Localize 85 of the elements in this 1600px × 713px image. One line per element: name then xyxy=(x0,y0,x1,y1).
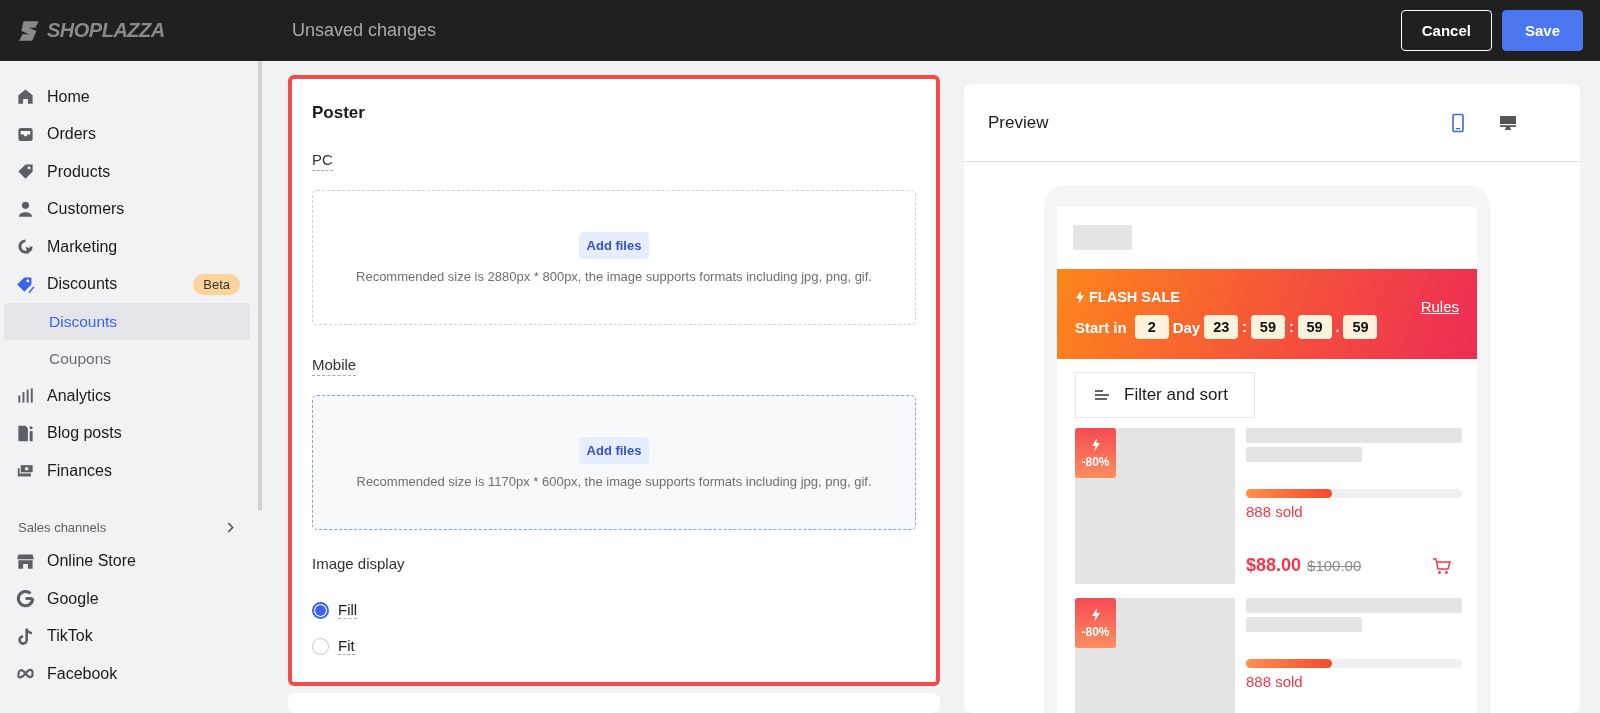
nav-item[interactable]: Online Store xyxy=(4,542,250,580)
section-title: Sales channels xyxy=(18,519,107,535)
countdown-digit: 59 xyxy=(1250,315,1285,339)
nav-item[interactable]: Marketing xyxy=(4,228,250,266)
nav-label: Google xyxy=(47,589,99,608)
nav-item[interactable]: Products xyxy=(4,153,250,191)
sold-count: 888 sold xyxy=(1246,503,1304,520)
original-price: $100.00 xyxy=(1307,557,1362,574)
logo-text: SHOPLAZZA xyxy=(47,19,165,42)
radio-button[interactable] xyxy=(312,601,329,619)
cart-icon[interactable] xyxy=(1432,555,1452,576)
nav-item[interactable]: Finances xyxy=(4,452,250,490)
nav-subitem[interactable]: Discounts xyxy=(4,303,250,340)
lightning-icon xyxy=(1090,607,1101,622)
tiktok-icon xyxy=(16,626,35,646)
lightning-icon xyxy=(1090,437,1101,452)
card-title: Preview xyxy=(988,112,1049,133)
filter-icon xyxy=(1094,389,1110,401)
beta-badge: Beta xyxy=(193,273,240,295)
google-icon xyxy=(16,589,35,609)
nav-item[interactable]: Google xyxy=(4,580,250,618)
discount-icon xyxy=(16,274,35,294)
countdown-text: Day xyxy=(1172,318,1201,336)
upload-hint: Recommended size is 2880px * 800px, the image supports formats including jpg, png, gif. xyxy=(356,268,872,284)
nav-label: Blog posts xyxy=(47,424,122,443)
countdown-text: . xyxy=(1335,319,1340,335)
nav-label: Online Store xyxy=(47,552,136,571)
nav-label: Discounts xyxy=(47,275,118,294)
rules-link[interactable]: Rules xyxy=(1420,297,1459,315)
skeleton-block xyxy=(1073,225,1132,250)
radio-label: Fill xyxy=(338,601,358,619)
nav-label: TikTok xyxy=(47,627,93,646)
upload-dropzone[interactable]: Add files Recommended size is 2880px * 800px, the image supports formats including jpg, png, gif. xyxy=(312,190,916,325)
nav-label: Analytics xyxy=(47,386,112,405)
nav-item[interactable]: Home xyxy=(4,78,250,116)
radio-label: Fit xyxy=(338,637,355,655)
cancel-button[interactable]: Cancel xyxy=(1400,10,1492,51)
nav-item[interactable]: TikTok xyxy=(4,617,250,655)
nav-item[interactable]: Orders xyxy=(4,115,250,153)
field-label: Image display xyxy=(312,555,406,572)
countdown-digit: 59 xyxy=(1297,315,1332,339)
countdown-text: : xyxy=(1288,319,1294,335)
nav-label: Products xyxy=(47,162,111,181)
countdown-digit: 2 xyxy=(1134,315,1169,339)
discount-text: -80% xyxy=(1081,624,1110,639)
save-button[interactable]: Save xyxy=(1501,10,1583,51)
nav-label: Orders xyxy=(47,125,96,144)
add-files-button[interactable]: Add files xyxy=(578,436,650,464)
blog-icon xyxy=(16,423,35,443)
upload-hint: Recommended size is 1170px * 600px, the image supports formats including jpg, png, gif. xyxy=(356,473,872,489)
field-label: Mobile xyxy=(312,356,357,376)
nav-label: Customers xyxy=(47,200,125,219)
countdown-text: : xyxy=(1242,319,1247,335)
person-icon xyxy=(16,199,35,219)
sale-price: $88.00 xyxy=(1246,555,1302,576)
countdown-digit: 59 xyxy=(1343,315,1378,339)
bars-icon xyxy=(16,386,35,406)
nav-item[interactable]: Facebook xyxy=(4,655,250,693)
upload-dropzone[interactable]: Add files Recommended size is 1170px * 600px, the image supports formats including jpg, png, gif. xyxy=(312,395,916,530)
unsaved-status: Unsaved changes xyxy=(292,20,438,41)
add-files-button[interactable]: Add files xyxy=(578,231,650,259)
discount-text: -80% xyxy=(1081,454,1110,469)
tag-icon xyxy=(16,162,35,182)
store-icon xyxy=(16,551,35,571)
nav-label: Finances xyxy=(47,461,112,480)
sold-count: 888 sold xyxy=(1246,673,1304,690)
chevron-icon[interactable] xyxy=(225,521,236,533)
nav-item[interactable]: Discounts Beta xyxy=(4,265,250,303)
lightning-icon xyxy=(1075,289,1085,305)
banner-title: FLASH SALE xyxy=(1089,289,1181,305)
field-label: PC xyxy=(312,151,333,171)
card-title: Poster xyxy=(312,103,366,123)
nav-label: Marketing xyxy=(47,237,118,256)
home-icon xyxy=(16,87,35,107)
nav-label: Facebook xyxy=(47,664,118,683)
target-icon xyxy=(16,237,35,257)
nav-subitem[interactable]: Coupons xyxy=(4,340,250,377)
nav-item[interactable]: Blog posts xyxy=(4,414,250,452)
filter-button[interactable]: Filter and sort xyxy=(1075,372,1255,418)
nav-label: Home xyxy=(47,87,90,106)
start-label: Start in xyxy=(1075,318,1127,336)
nav-item[interactable]: Analytics xyxy=(4,377,250,415)
filter-label: Filter and sort xyxy=(1124,385,1228,405)
nav-item[interactable]: Customers xyxy=(4,190,250,228)
countdown-digit: 23 xyxy=(1204,315,1239,339)
